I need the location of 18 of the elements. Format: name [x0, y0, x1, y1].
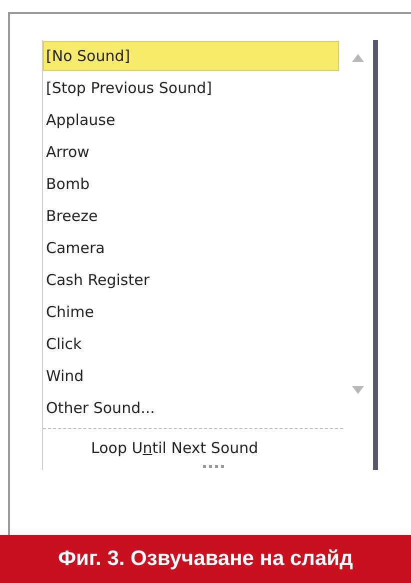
resize-grip-icon: [200, 464, 226, 470]
sound-list-item[interactable]: [No Sound]: [43, 41, 339, 71]
scroll-up-arrow-icon[interactable]: [352, 54, 364, 62]
sound-list-item[interactable]: Click: [43, 329, 339, 359]
sound-list-item[interactable]: Camera: [43, 233, 339, 263]
sound-list-item[interactable]: Wind: [43, 361, 339, 391]
scrollbar[interactable]: [373, 40, 378, 470]
scroll-down-arrow-icon[interactable]: [352, 386, 364, 394]
figure-caption: Фиг. 3. Озвучаване на слайд: [58, 546, 353, 572]
sound-list-item[interactable]: Cash Register: [43, 265, 339, 295]
sound-list-item[interactable]: Arrow: [43, 137, 339, 167]
sound-list-item[interactable]: Other Sound...: [43, 393, 339, 423]
sound-list-item[interactable]: Breeze: [43, 201, 339, 231]
sound-list-item[interactable]: Bomb: [43, 169, 339, 199]
sound-list-item[interactable]: Chime: [43, 297, 339, 327]
sound-list-item[interactable]: [Stop Previous Sound]: [43, 73, 339, 103]
sound-list-item[interactable]: Applause: [43, 105, 339, 135]
loop-until-next-sound-option[interactable]: Loop Until Next Sound: [91, 433, 258, 464]
